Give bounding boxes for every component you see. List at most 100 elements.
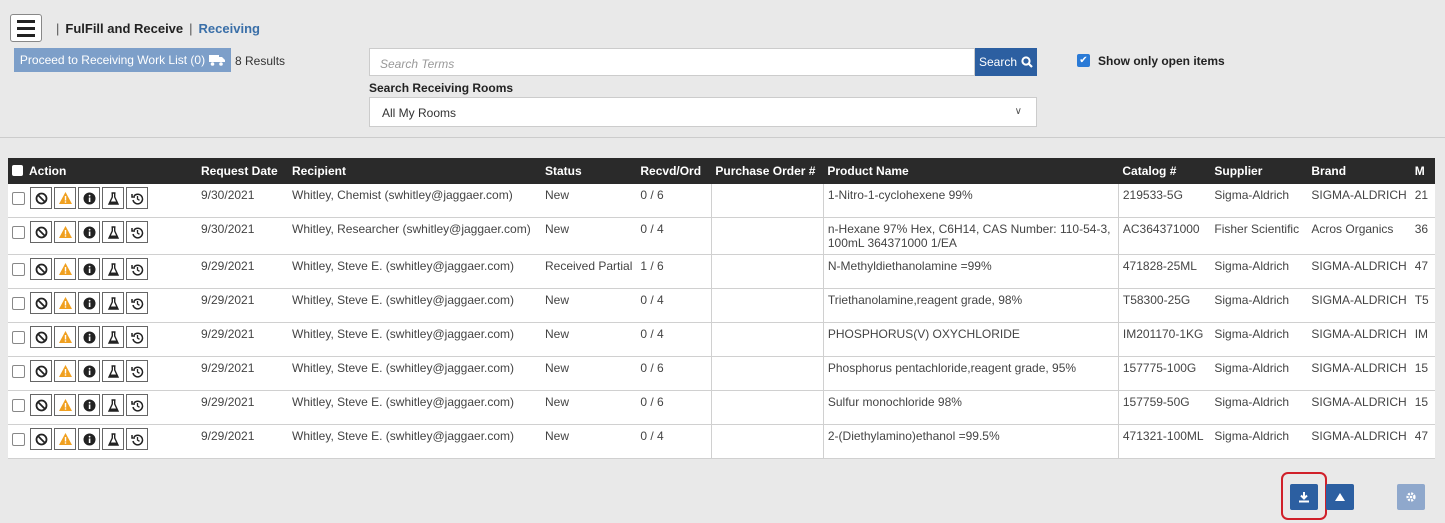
cancel-button[interactable] <box>30 187 52 209</box>
menu-button[interactable] <box>10 14 42 42</box>
info-button[interactable] <box>78 394 100 416</box>
purchase-order <box>710 424 824 459</box>
info-button[interactable] <box>78 221 100 243</box>
history-button[interactable] <box>126 428 148 450</box>
header-catalog[interactable]: Catalog # <box>1118 158 1211 184</box>
warning-icon <box>58 225 73 239</box>
table-row: 9/29/2021 Whitley, Steve E. (swhitley@jag… <box>8 356 1435 391</box>
flask-icon <box>107 364 120 378</box>
warning-button[interactable] <box>54 187 76 209</box>
cancel-button[interactable] <box>30 428 52 450</box>
show-open-checkbox[interactable]: ✔ <box>1077 54 1090 67</box>
warning-button[interactable] <box>54 394 76 416</box>
history-icon <box>130 226 144 239</box>
history-button[interactable] <box>126 394 148 416</box>
flask-button[interactable] <box>102 326 124 348</box>
search-input[interactable]: Search Terms <box>369 48 975 76</box>
cancel-button[interactable] <box>30 292 52 314</box>
status: New <box>541 184 637 218</box>
cancel-button[interactable] <box>30 394 52 416</box>
history-button[interactable] <box>126 360 148 382</box>
history-button[interactable] <box>126 326 148 348</box>
history-button[interactable] <box>126 292 148 314</box>
flask-icon <box>107 398 120 412</box>
recipient: Whitley, Chemist (swhitley@jaggaer.com) <box>288 184 541 218</box>
action-cell <box>8 356 197 391</box>
chevron-down-icon: ∨ <box>1014 106 1022 117</box>
info-button[interactable] <box>78 292 100 314</box>
product-name: Phosphorus pentachloride,reagent grade, … <box>822 356 1119 391</box>
status: New <box>541 356 637 391</box>
row-checkbox[interactable] <box>12 262 25 276</box>
rooms-select[interactable]: All My Rooms ∨ <box>369 97 1037 127</box>
warning-button[interactable] <box>54 221 76 243</box>
history-button[interactable] <box>126 221 148 243</box>
table-row: 9/30/2021 Whitley, Chemist (swhitley@jagg… <box>8 184 1435 218</box>
cancel-button[interactable] <box>30 221 52 243</box>
purchase-order <box>710 390 824 425</box>
warning-button[interactable] <box>54 428 76 450</box>
history-icon <box>130 365 144 378</box>
request-date: 9/29/2021 <box>197 424 288 459</box>
row-checkbox[interactable] <box>12 191 25 205</box>
flask-button[interactable] <box>102 292 124 314</box>
header-request-date[interactable]: Request Date <box>197 158 288 184</box>
cancel-button[interactable] <box>30 258 52 280</box>
row-checkbox[interactable] <box>12 330 25 344</box>
supplier: Sigma-Aldrich <box>1210 424 1308 459</box>
supplier: Sigma-Aldrich <box>1210 356 1308 391</box>
header-status[interactable]: Status <box>541 158 637 184</box>
purchase-order <box>710 288 824 323</box>
info-button[interactable] <box>78 326 100 348</box>
warning-button[interactable] <box>54 326 76 348</box>
flask-button[interactable] <box>102 258 124 280</box>
warning-icon <box>58 432 73 446</box>
recvd-ord: 0 / 4 <box>636 217 712 255</box>
row-checkbox[interactable] <box>12 398 25 412</box>
info-button[interactable] <box>78 187 100 209</box>
breadcrumb-section[interactable]: FulFill and Receive <box>65 21 183 36</box>
ban-icon <box>35 399 48 412</box>
history-button[interactable] <box>126 258 148 280</box>
upload-button[interactable] <box>1326 484 1354 510</box>
flask-button[interactable] <box>102 428 124 450</box>
row-checkbox[interactable] <box>12 296 25 310</box>
proceed-to-worklist-button[interactable]: Proceed to Receiving Work List (0) <box>14 48 231 72</box>
flask-button[interactable] <box>102 221 124 243</box>
warning-button[interactable] <box>54 292 76 314</box>
ban-icon <box>35 433 48 446</box>
row-checkbox[interactable] <box>12 364 25 378</box>
search-button[interactable]: Search <box>975 48 1037 76</box>
warning-button[interactable] <box>54 360 76 382</box>
info-button[interactable] <box>78 428 100 450</box>
brand: SIGMA-ALDRICH <box>1307 356 1411 391</box>
download-button[interactable] <box>1290 484 1318 510</box>
header-recvd-ord[interactable]: Recvd/Ord <box>636 158 712 184</box>
brand: Acros Organics <box>1307 217 1411 255</box>
info-button[interactable] <box>78 258 100 280</box>
supplier: Sigma-Aldrich <box>1210 254 1308 289</box>
flask-button[interactable] <box>102 187 124 209</box>
cancel-button[interactable] <box>30 326 52 348</box>
header-brand[interactable]: Brand <box>1307 158 1411 184</box>
row-checkbox[interactable] <box>12 432 25 446</box>
info-button[interactable] <box>78 360 100 382</box>
warning-button[interactable] <box>54 258 76 280</box>
select-all-checkbox[interactable] <box>12 165 23 176</box>
row-checkbox[interactable] <box>12 225 25 239</box>
cancel-button[interactable] <box>30 360 52 382</box>
receiving-table: Action Request Date Recipient Status Rec… <box>8 158 1435 459</box>
flask-button[interactable] <box>102 360 124 382</box>
flask-button[interactable] <box>102 394 124 416</box>
header-recipient[interactable]: Recipient <box>288 158 541 184</box>
header-purchase-order[interactable]: Purchase Order # <box>711 158 824 184</box>
settings-button[interactable] <box>1397 484 1425 510</box>
recvd-ord: 1 / 6 <box>636 254 712 289</box>
history-button[interactable] <box>126 187 148 209</box>
header-product-name[interactable]: Product Name <box>823 158 1119 184</box>
header-supplier[interactable]: Supplier <box>1210 158 1308 184</box>
ban-icon <box>35 331 48 344</box>
warning-icon <box>58 364 73 378</box>
header-m[interactable]: M <box>1410 158 1435 184</box>
info-icon <box>83 399 96 412</box>
